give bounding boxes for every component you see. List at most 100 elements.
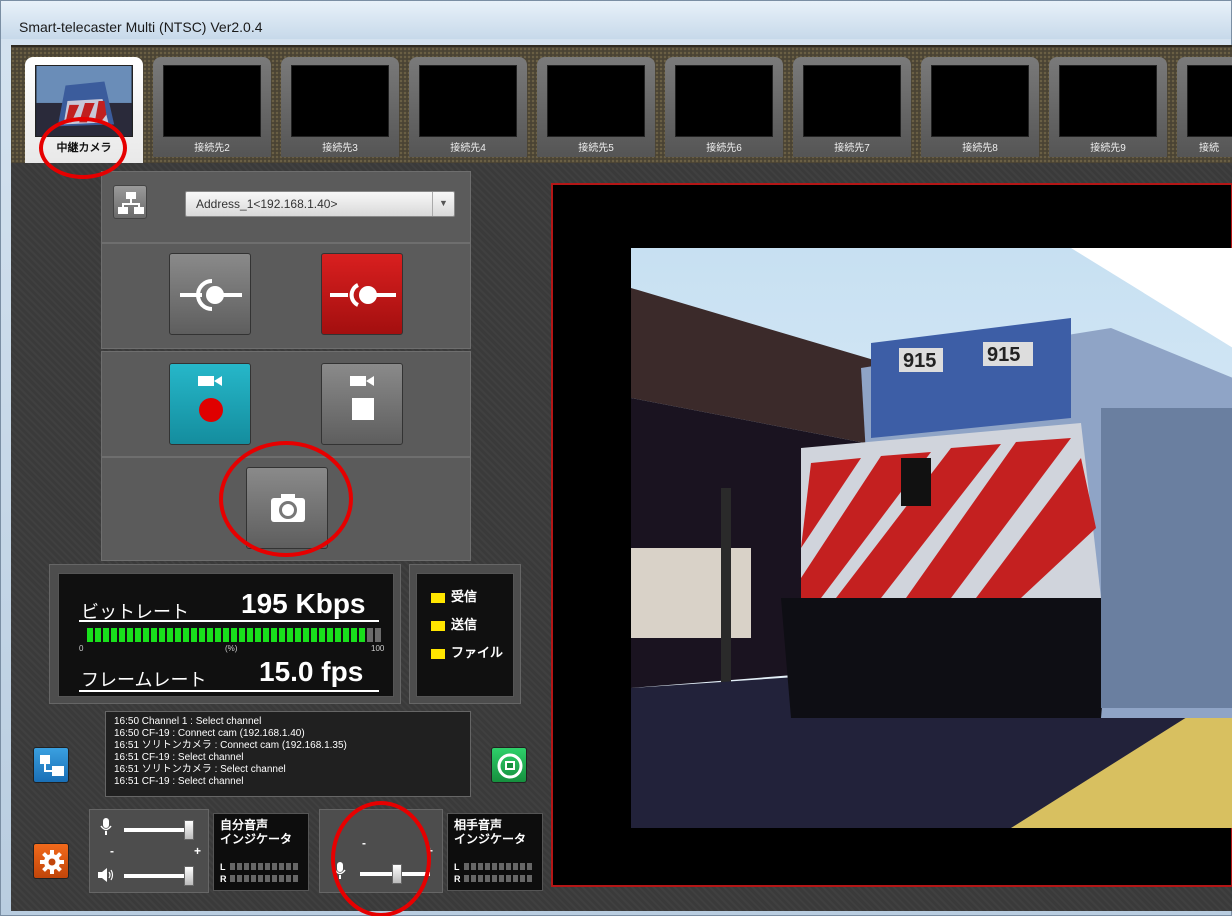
- meter-scale-unit: (%): [225, 644, 238, 653]
- self-indicator-title: 自分音声 インジケータ: [220, 818, 292, 846]
- meter-segment: [119, 628, 125, 642]
- meter-segment: [175, 628, 181, 642]
- meter-segment: [303, 628, 309, 642]
- connect-button[interactable]: [169, 253, 251, 335]
- tab-destination-6[interactable]: 接続先6: [665, 57, 783, 157]
- stop-video-icon: [350, 376, 374, 420]
- tab-label: 接続先7: [834, 143, 870, 154]
- gear-icon: [40, 850, 64, 874]
- divider: [79, 620, 379, 622]
- right-channel-meter: [230, 875, 298, 882]
- tab-thumbnail: [803, 65, 901, 137]
- stop-record-button[interactable]: [321, 363, 403, 445]
- legend-swatch: [431, 592, 445, 603]
- tab-destination-7[interactable]: 接続先7: [793, 57, 911, 157]
- tab-destination-2[interactable]: 接続先2: [153, 57, 271, 157]
- meter-segment: [247, 628, 253, 642]
- meter-segment: [343, 628, 349, 642]
- status-legend: 受信 送信 ファイル: [416, 573, 514, 697]
- legend-receive: 受信: [431, 586, 477, 605]
- tab-destination-8[interactable]: 接続先8: [921, 57, 1039, 157]
- tab-label: 接続先3: [322, 143, 358, 154]
- meter-segment: [207, 628, 213, 642]
- tab-destination-9[interactable]: 接続先9: [1049, 57, 1167, 157]
- tab-thumbnail: [547, 65, 645, 137]
- self-audio-indicator: 自分音声 インジケータ L R: [213, 813, 309, 891]
- address-select-value: Address_1<192.168.1.40>: [196, 197, 338, 211]
- remote-indicator-title: 相手音声 インジケータ: [454, 818, 526, 846]
- meter-segment: [351, 628, 357, 642]
- meter-segment: [151, 628, 157, 642]
- meter-segment: [319, 628, 325, 642]
- status-legend-panel: 受信 送信 ファイル: [409, 564, 521, 704]
- record-button[interactable]: [169, 363, 251, 445]
- meter-segment: [143, 628, 149, 642]
- meter-segment: [239, 628, 245, 642]
- video-preview-image: 915 915: [631, 248, 1232, 828]
- meter-segment: [127, 628, 133, 642]
- legend-file-label: ファイル: [451, 645, 504, 660]
- right-channel-label: R: [220, 874, 227, 884]
- locomotive-number-left: 915: [903, 350, 936, 372]
- left-channel-meter: [230, 863, 298, 870]
- tab-thumbnail: [291, 65, 389, 137]
- tab-thumbnail: [931, 65, 1029, 137]
- meter-segment: [231, 628, 237, 642]
- meter-segment: [335, 628, 341, 642]
- tab-destination-10[interactable]: 接続: [1177, 57, 1232, 157]
- legend-swatch: [431, 648, 445, 659]
- tab-thumbnail: [163, 65, 261, 137]
- meter-segment: [359, 628, 365, 642]
- disconnect-button[interactable]: [321, 253, 403, 335]
- meter-segment: [191, 628, 197, 642]
- meter-segment: [279, 628, 285, 642]
- locomotive-number-right: 915: [987, 344, 1020, 366]
- meter-segment: [255, 628, 261, 642]
- meter-segment: [135, 628, 141, 642]
- highlight-circle-snapshot: [219, 441, 353, 557]
- speaker-volume-slider[interactable]: [184, 866, 194, 886]
- window-title: Smart-telecaster Multi (NTSC) Ver2.0.4: [19, 19, 263, 35]
- channel-switch-button[interactable]: [33, 747, 69, 783]
- log-line: 16:51 ソリトンカメラ : Connect cam (192.168.1.3…: [114, 740, 347, 751]
- address-select[interactable]: Address_1<192.168.1.40> ▼: [185, 191, 455, 217]
- self-audio-volume-panel: - +: [89, 809, 209, 893]
- framerate-label: フレームレート: [81, 670, 207, 690]
- network-icon: [118, 192, 144, 214]
- meter-segment: [183, 628, 189, 642]
- left-channel-meter: [464, 863, 532, 870]
- framerate-value: 15.0 fps: [259, 656, 364, 687]
- tab-destination-3[interactable]: 接続先3: [281, 57, 399, 157]
- remote-audio-indicator: 相手音声 インジケータ L R: [447, 813, 543, 891]
- meter-segment: [111, 628, 117, 642]
- speaker-icon: [98, 868, 114, 882]
- meter-segment: [103, 628, 109, 642]
- event-log[interactable]: 16:50 Channel 1 : Select channel 16:50 C…: [105, 711, 471, 797]
- tab-destination-5[interactable]: 接続先5: [537, 57, 655, 157]
- tab-thumbnail: [675, 65, 773, 137]
- highlight-circle-tab: [39, 117, 127, 179]
- left-channel-label: L: [454, 862, 460, 872]
- meter-segment: [327, 628, 333, 642]
- legend-send-label: 送信: [451, 617, 478, 632]
- title-bar: Smart-telecaster Multi (NTSC) Ver2.0.4: [1, 1, 1231, 39]
- tab-destination-4[interactable]: 接続先4: [409, 57, 527, 157]
- meter-segment: [159, 628, 165, 642]
- highlight-circle-remote-volume: [331, 801, 431, 916]
- tab-label: 接続先8: [962, 143, 998, 154]
- tab-label: 接続: [1199, 143, 1219, 154]
- network-settings-button[interactable]: [113, 185, 147, 219]
- channel-tab-strip: 中継カメラ 接続先2 接続先3 接続先4 接続先5 接続先6 接続先7 接続先8…: [11, 45, 1232, 165]
- meter-segment: [271, 628, 277, 642]
- mic-volume-slider[interactable]: [184, 820, 194, 840]
- chevron-down-icon[interactable]: ▼: [432, 192, 454, 216]
- meter-segment: [95, 628, 101, 642]
- tab-label: 接続先5: [578, 143, 614, 154]
- tab-thumbnail: [1059, 65, 1157, 137]
- train-video-image: 915 915: [631, 248, 1232, 828]
- tab-thumbnail: [419, 65, 517, 137]
- refresh-display-button[interactable]: [491, 747, 527, 783]
- remote-indicator-title-line1: 相手音声: [454, 818, 503, 832]
- settings-button[interactable]: [33, 843, 69, 879]
- tab-label: 接続先6: [706, 143, 742, 154]
